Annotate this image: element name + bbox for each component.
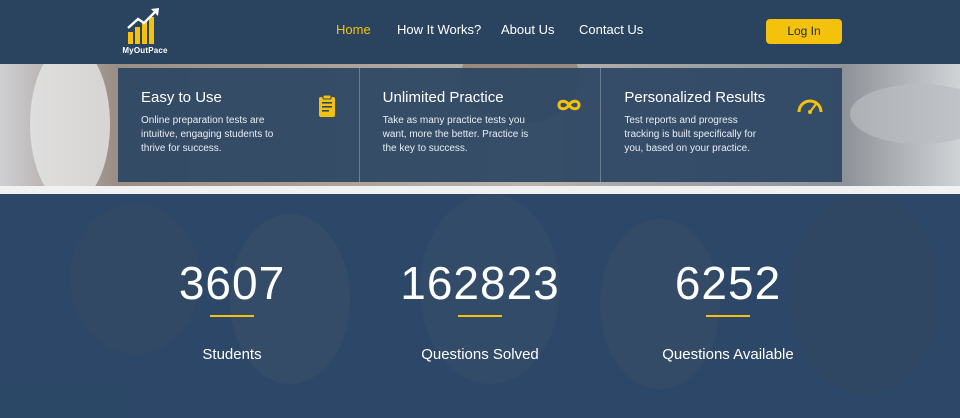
feature-card-unlimited-practice: Unlimited Practice Take as many practice… xyxy=(359,68,602,182)
stat-underline xyxy=(706,315,750,317)
stat-label: Questions Solved xyxy=(421,346,539,363)
feature-title: Personalized Results xyxy=(624,89,766,106)
login-button[interactable]: Log In xyxy=(766,19,842,44)
stats-section: 3607 Students 162823 Questions Solved 62… xyxy=(0,194,960,418)
stat-number: 3607 xyxy=(178,257,286,309)
nav-link-how-it-works[interactable]: How It Works? xyxy=(397,22,481,37)
nav-link-home[interactable]: Home xyxy=(336,22,371,37)
speedometer-icon xyxy=(797,99,823,114)
stat-label: Questions Available xyxy=(662,346,794,363)
feature-text: Test reports and progress tracking is bu… xyxy=(624,115,757,154)
nav-link-about-us[interactable]: About Us xyxy=(501,22,554,37)
background-photo-shape xyxy=(30,64,110,186)
brand-logo[interactable]: MyOutPace xyxy=(118,6,172,58)
feature-card-easy-to-use: Easy to Use Online preparation tests are… xyxy=(118,68,360,182)
feature-title: Unlimited Practice xyxy=(382,89,504,106)
section-divider xyxy=(0,186,960,194)
top-navbar: MyOutPace Home How It Works? About Us Co… xyxy=(0,0,960,64)
stat-label: Students xyxy=(202,346,262,363)
brand-name: MyOutPace xyxy=(122,46,168,55)
feature-text: Online preparation tests are intuitive, … xyxy=(141,115,274,154)
stat-underline xyxy=(458,315,502,317)
stat-underline xyxy=(210,315,254,317)
background-photo-shape xyxy=(850,84,960,144)
bar-chart-arrow-icon xyxy=(127,8,159,44)
clipboard-icon xyxy=(319,94,335,117)
infinity-icon xyxy=(557,99,581,111)
stat-number: 6252 xyxy=(674,257,782,309)
feature-title: Easy to Use xyxy=(141,89,222,106)
feature-cards: Easy to Use Online preparation tests are… xyxy=(118,68,843,182)
feature-card-personalized-results: Personalized Results Test reports and pr… xyxy=(601,68,843,182)
feature-text: Take as many practice tests you want, mo… xyxy=(382,115,529,154)
feature-band: Easy to Use Online preparation tests are… xyxy=(0,64,960,186)
stat-number: 162823 xyxy=(400,257,560,309)
nav-link-contact-us[interactable]: Contact Us xyxy=(579,22,643,37)
